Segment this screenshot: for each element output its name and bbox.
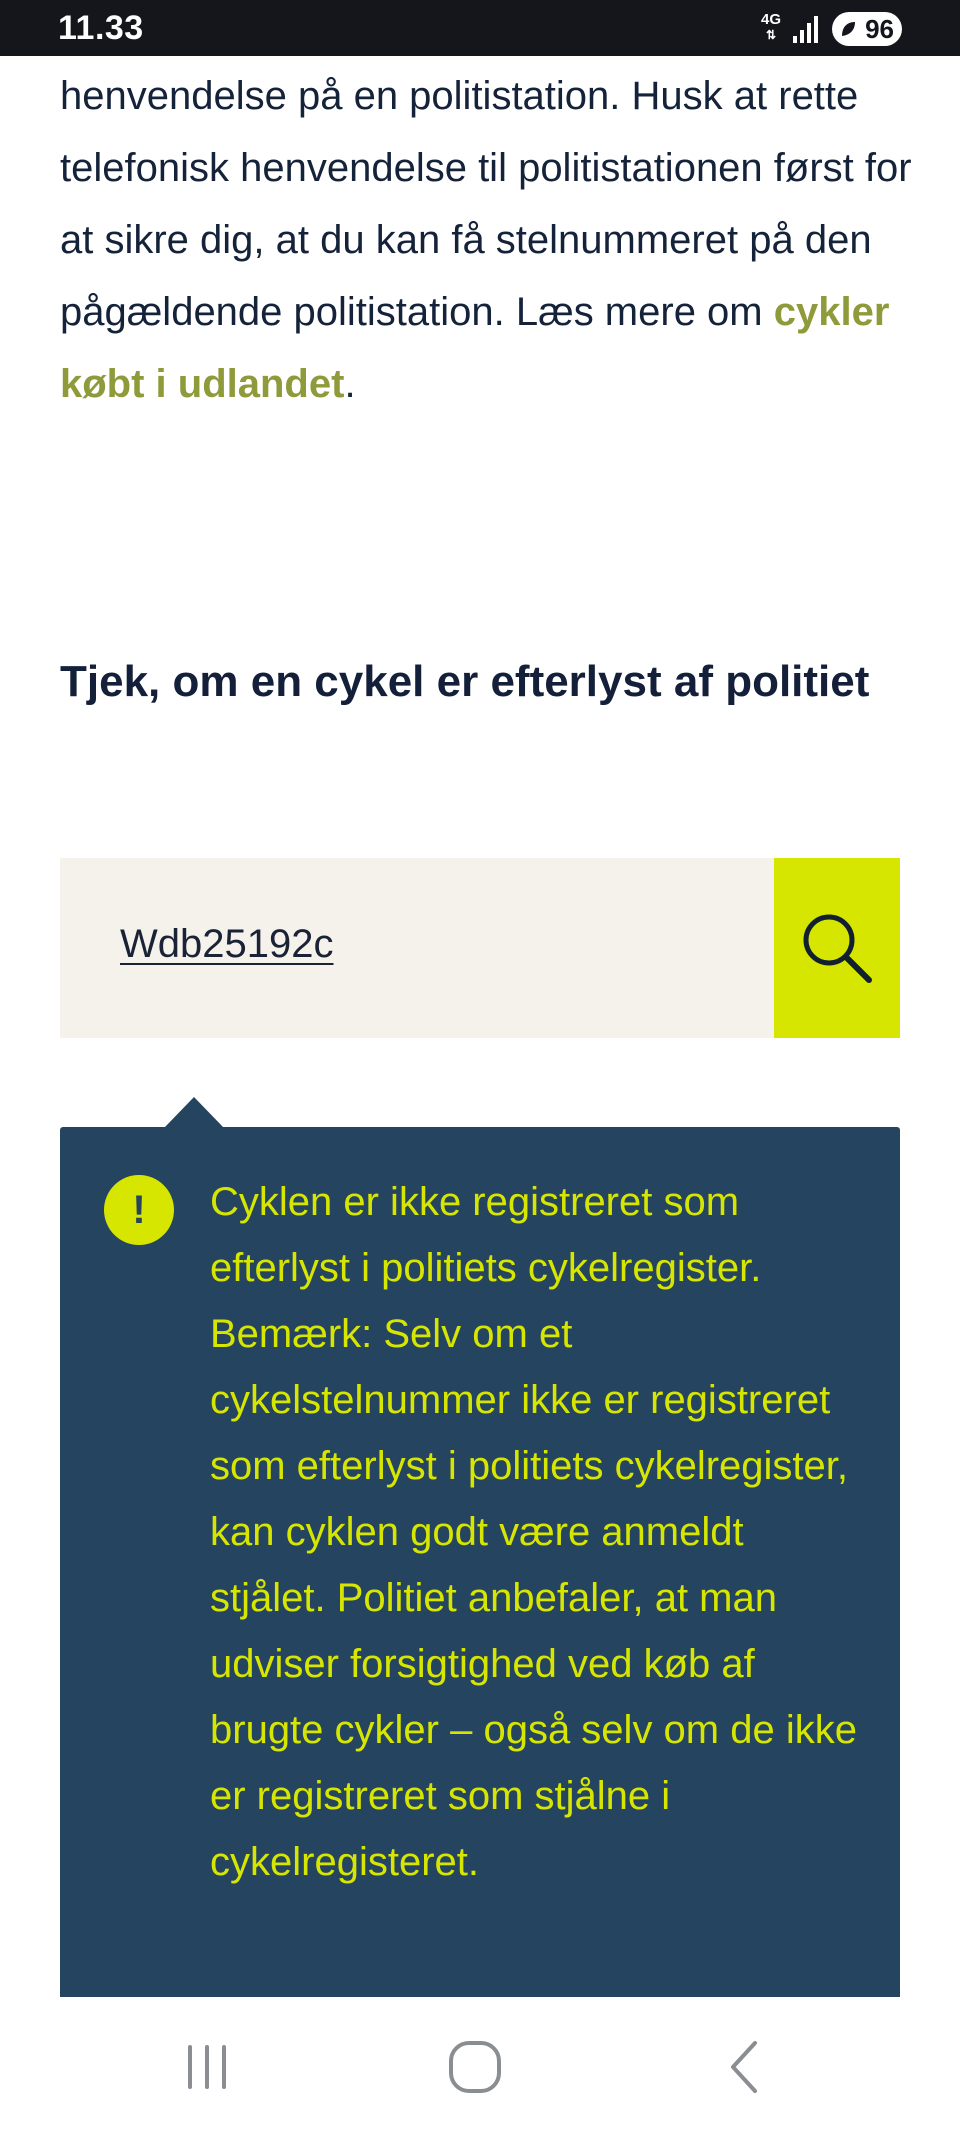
battery-saver-icon <box>842 22 855 36</box>
search-button[interactable] <box>774 858 900 1038</box>
home-icon <box>449 2041 501 2093</box>
exclamation-icon: ! <box>104 1175 174 1245</box>
data-arrows-icon: ⇅ <box>765 28 777 42</box>
signal-icon <box>793 16 818 43</box>
battery-indicator: 96 <box>832 12 902 46</box>
battery-level: 96 <box>865 13 894 44</box>
section-heading: Tjek, om en cykel er efterlyst af politi… <box>60 657 870 706</box>
network-type-label: 4G ⇅ <box>758 12 784 43</box>
intro-text-end: . <box>344 362 356 406</box>
system-navigation-bar <box>0 1997 960 2140</box>
back-button[interactable] <box>690 2017 800 2117</box>
result-message: Cyklen er ikke registreret som efterlyst… <box>210 1180 857 1884</box>
recents-button[interactable] <box>152 2017 262 2117</box>
search-icon <box>803 914 872 983</box>
intro-paragraph: henvendelse på en politistation. Husk at… <box>60 60 920 420</box>
search-input-value[interactable]: Wdb25192c <box>120 922 333 967</box>
screen: 11.33 4G ⇅ 96 henvendelse på en politist… <box>0 0 960 2140</box>
recents-icon <box>188 2045 226 2089</box>
home-button[interactable] <box>420 2017 530 2117</box>
status-bar: 11.33 4G ⇅ 96 <box>0 0 960 56</box>
status-time: 11.33 <box>58 9 144 47</box>
result-panel-pointer <box>165 1097 223 1127</box>
search-result-panel: ! Cyklen er ikke registreret som efterly… <box>60 1127 900 1997</box>
back-icon <box>731 2041 757 2093</box>
network-type: 4G <box>760 11 781 28</box>
